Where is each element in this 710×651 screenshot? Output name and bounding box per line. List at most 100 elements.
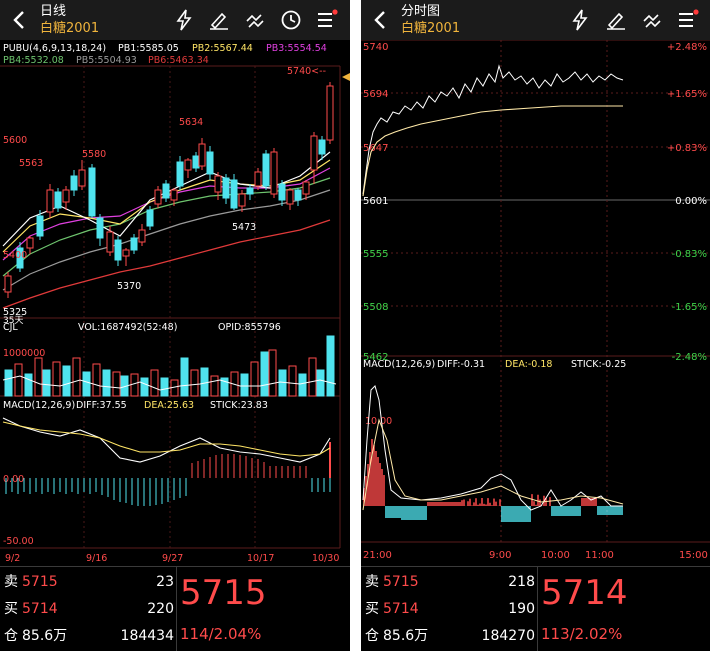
time-label: 10:00: [541, 550, 570, 561]
stick-legend: STICK:23.83: [210, 400, 268, 411]
position-volume: 184270: [481, 628, 535, 644]
lightning-icon[interactable]: [568, 8, 592, 32]
volume-bar: [298, 373, 307, 397]
date-label: 10/17: [247, 553, 274, 564]
left-quote-box: 卖 5715 23 买 5714 220 仓 85.6万 184434 5715…: [0, 566, 350, 651]
macd-sticks: [363, 439, 623, 522]
wave-icon[interactable]: [243, 8, 267, 32]
buy-row[interactable]: 买 5714 220: [4, 596, 174, 622]
candle-body: [184, 159, 192, 171]
position-value: 85.6万: [383, 628, 429, 644]
candle-body: [270, 151, 278, 195]
buy-price: 5714: [22, 601, 58, 617]
candle-body: [176, 161, 184, 187]
instrument-name[interactable]: 白糖2001: [40, 21, 99, 36]
price-label-5563: 5563: [19, 158, 43, 169]
date-label: 9/2: [5, 553, 20, 564]
date-label: 10/30: [312, 553, 339, 564]
price-label-5580: 5580: [82, 149, 106, 160]
volume-bar: [52, 361, 61, 397]
buy-row[interactable]: 买 5714 190: [365, 596, 535, 622]
draw-pen-icon[interactable]: [604, 8, 628, 32]
candle-body: [4, 275, 12, 293]
back-arrow-icon[interactable]: [8, 8, 32, 32]
candle-body: [36, 215, 44, 237]
axis-percent-label: +1.65%: [667, 89, 707, 100]
axis-percent-label: -1.65%: [672, 302, 707, 313]
buy-volume: 190: [508, 601, 535, 617]
candle-body: [278, 183, 286, 201]
volume-bar: [278, 369, 287, 397]
candle-body: [246, 187, 254, 195]
volume-bar: [160, 377, 169, 397]
axis-price-label: 5694: [363, 89, 388, 100]
menu-icon[interactable]: [675, 8, 699, 32]
position-row: 仓 85.6万 184270: [365, 623, 535, 649]
sell-price: 5715: [383, 574, 419, 590]
volume-bar: [268, 349, 277, 397]
diff-line: [2, 417, 331, 463]
volume-bar: [140, 377, 149, 397]
dea-line: [2, 421, 331, 457]
clock-icon[interactable]: [279, 8, 303, 32]
sell-row[interactable]: 卖 5715 23: [4, 569, 174, 595]
sell-row[interactable]: 卖 5715 218: [365, 569, 535, 595]
daily-chart[interactable]: PUBU(4,6,9,13,18,24) PB1:5585.05 PB2:556…: [0, 40, 350, 566]
candle-body: [138, 229, 146, 243]
pubu-legend: PUBU(4,6,9,13,18,24): [3, 43, 106, 54]
candle-body: [162, 183, 170, 199]
volume-bar: [34, 357, 43, 397]
candle-body: [130, 237, 138, 251]
intraday-chart[interactable]: 5740 +2.48%5694 +1.65%5647 +0.83%5601 0.00%5…: [361, 40, 710, 566]
candle-body: [230, 179, 238, 209]
low-price-label: 5370: [117, 281, 141, 292]
last-price: 5715: [180, 573, 267, 613]
buy-volume: 220: [147, 601, 174, 617]
candle-body: [54, 191, 62, 209]
sell-label: 卖: [365, 574, 379, 590]
position-value: 85.6万: [22, 628, 68, 644]
wave-icon[interactable]: [640, 8, 664, 32]
left-header: 日线 白糖2001: [0, 0, 350, 40]
candle-body: [46, 189, 54, 213]
volume-bar: [72, 357, 81, 397]
instrument-name[interactable]: 白糖2001: [401, 21, 460, 36]
candle-body: [318, 139, 326, 155]
pb2-legend: PB2:5567.44: [192, 43, 253, 54]
volume-bar: [62, 365, 71, 397]
lightning-icon[interactable]: [172, 8, 196, 32]
price-label-5400: 5400: [3, 250, 27, 261]
moving-averages: [2, 151, 331, 309]
volume-bar: [102, 369, 111, 397]
candle-body: [262, 153, 270, 187]
volume-bar: [24, 373, 33, 397]
date-label: 9/16: [86, 553, 107, 564]
time-label: 15:00: [679, 550, 708, 561]
volume-bar: [150, 369, 159, 397]
candle-body: [310, 135, 318, 171]
candle-body: [88, 167, 96, 217]
macd-neg-label: -50.00: [3, 536, 34, 547]
back-arrow-icon[interactable]: [369, 8, 393, 32]
time-label: 11:00: [585, 550, 614, 561]
last-price: 5714: [541, 573, 628, 613]
volume-bar: [92, 363, 101, 397]
candle-body: [198, 143, 206, 167]
candle-body: [114, 239, 122, 261]
sell-volume: 23: [156, 574, 174, 590]
menu-icon[interactable]: [314, 8, 338, 32]
price-label-5600: 5600: [3, 135, 27, 146]
stick-legend: STICK:-0.25: [571, 359, 626, 370]
diff-legend: DIFF:37.55: [76, 400, 127, 411]
right-quote-box: 卖 5715 218 买 5714 190 仓 85.6万 184270 571…: [361, 566, 710, 651]
candle-body: [106, 231, 114, 253]
candle-body: [26, 237, 34, 249]
candle-body: [326, 85, 334, 141]
sell-label: 卖: [4, 574, 18, 590]
draw-pen-icon[interactable]: [207, 8, 231, 32]
macd-legend: MACD(12,26,9): [363, 359, 435, 370]
volume-bar: [42, 369, 51, 397]
axis-price-label: 5555: [363, 249, 388, 260]
dea-legend: DEA:25.63: [144, 400, 194, 411]
candle-body: [154, 189, 162, 205]
